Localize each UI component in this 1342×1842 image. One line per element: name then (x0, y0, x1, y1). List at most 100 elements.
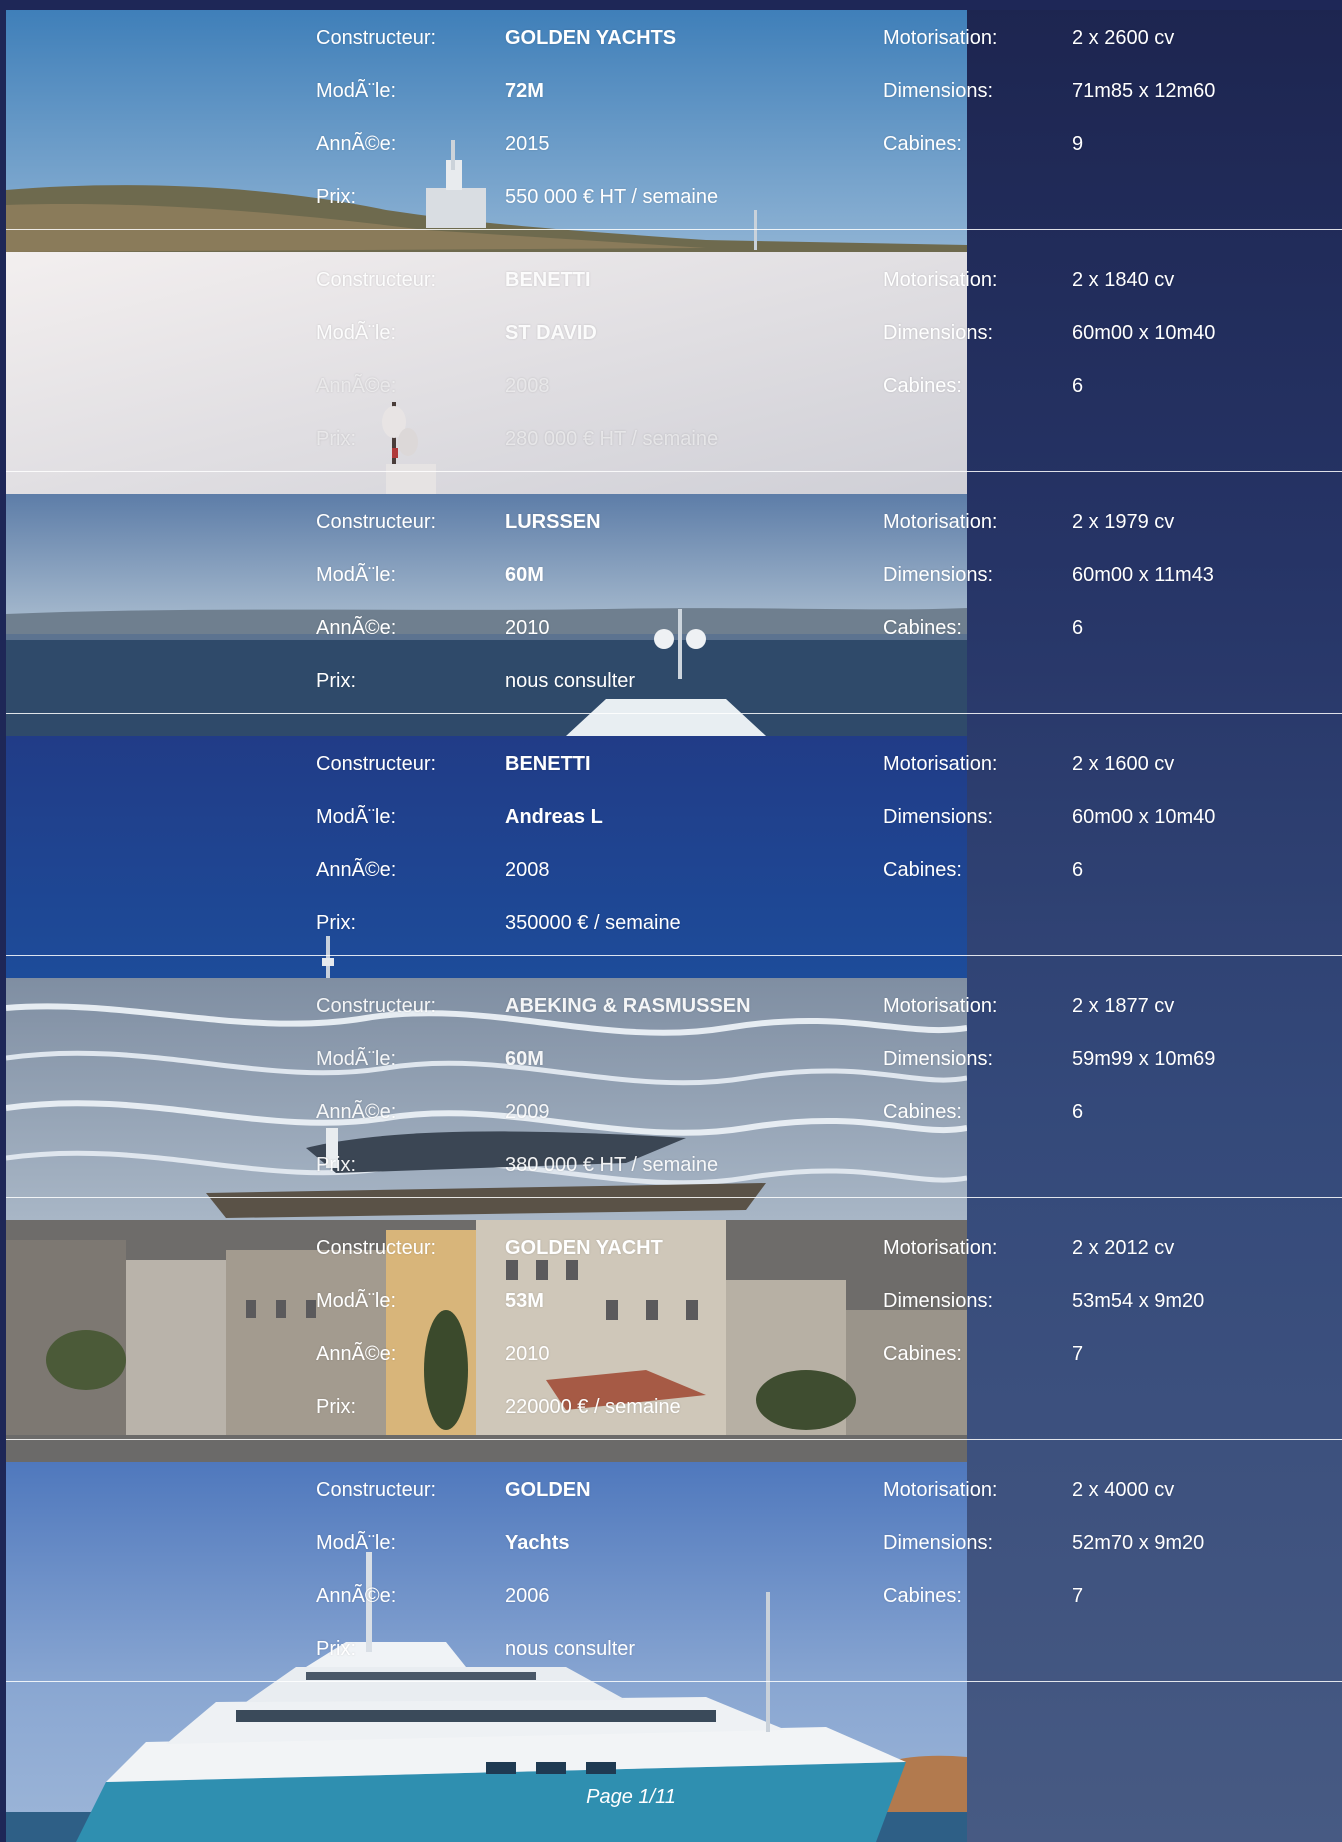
model-label: ModÃ¨le: (316, 806, 397, 828)
engine-label: Motorisation: (883, 269, 998, 291)
builder-label: Constructeur: (316, 753, 437, 775)
model-value[interactable]: 60M (505, 1047, 544, 1071)
year-label: AnnÃ©e: (316, 1101, 397, 1123)
engine-value: 2 x 1840 cv (1072, 269, 1175, 291)
yacht-photo (6, 1462, 967, 1842)
engine-label: Motorisation: (883, 753, 998, 775)
dimensions-value: 53m54 x 9m20 (1072, 1290, 1205, 1312)
model-label: ModÃ¨le: (316, 1048, 397, 1070)
listing-card[interactable]: Constructeur: GOLDEN YACHT ModÃ¨le: 53M … (0, 1220, 1342, 1462)
yacht-photo (6, 10, 967, 252)
year-value: 2006 (505, 1585, 550, 1607)
listing-card[interactable]: Constructeur: GOLDEN ModÃ¨le: Yachts Ann… (0, 1462, 1342, 1842)
year-value: 2009 (505, 1101, 550, 1123)
model-label: ModÃ¨le: (316, 1532, 397, 1554)
price-label: Prix: (316, 186, 356, 208)
dimensions-value: 60m00 x 11m43 (1072, 564, 1214, 586)
model-value[interactable]: Andreas L (505, 805, 603, 829)
dimensions-label: Dimensions: (883, 322, 994, 344)
yacht-photo (6, 978, 967, 1220)
builder-value: ABEKING & RASMUSSEN (505, 995, 751, 1017)
engine-value: 2 x 4000 cv (1072, 1479, 1175, 1501)
engine-value: 2 x 1979 cv (1072, 511, 1175, 533)
engine-value: 2 x 1877 cv (1072, 995, 1175, 1017)
separator (6, 713, 1342, 714)
builder-label: Constructeur: (316, 27, 437, 49)
engine-label: Motorisation: (883, 511, 998, 533)
listing-card[interactable]: Constructeur: BENETTI ModÃ¨le: Andreas L… (0, 736, 1342, 978)
cabins-value: 7 (1072, 1585, 1084, 1607)
listing-card[interactable]: Constructeur: ABEKING & RASMUSSEN ModÃ¨l… (0, 978, 1342, 1220)
year-value: 2010 (505, 617, 550, 639)
price-label: Prix: (316, 1154, 356, 1176)
model-value[interactable]: 53M (505, 1289, 544, 1313)
model-label: ModÃ¨le: (316, 322, 397, 344)
year-label: AnnÃ©e: (316, 617, 397, 639)
price-label: Prix: (316, 1396, 356, 1418)
builder-label: Constructeur: (316, 511, 437, 533)
cabins-value: 6 (1072, 859, 1084, 881)
listing-card[interactable]: Constructeur: LURSSEN ModÃ¨le: 60M AnnÃ©… (0, 494, 1342, 736)
yacht-photo (6, 252, 967, 494)
model-value[interactable]: Yachts (505, 1531, 569, 1555)
dimensions-value: 60m00 x 10m40 (1072, 322, 1216, 344)
price-label: Prix: (316, 1638, 356, 1660)
cabins-label: Cabines: (883, 1585, 962, 1607)
left-edge (0, 0, 6, 1842)
dimensions-value: 60m00 x 10m40 (1072, 806, 1216, 828)
year-label: AnnÃ©e: (316, 859, 397, 881)
builder-value: GOLDEN (505, 1479, 591, 1501)
year-label: AnnÃ©e: (316, 1585, 397, 1607)
engine-value: 2 x 2600 cv (1072, 27, 1175, 49)
price-value: 550 000 € HT / semaine (505, 186, 719, 208)
price-label: Prix: (316, 428, 356, 450)
yacht-listing-page: Constructeur: GOLDEN YACHTS ModÃ¨le: 72M… (0, 0, 1342, 1842)
model-label: ModÃ¨le: (316, 564, 397, 586)
year-label: AnnÃ©e: (316, 375, 397, 397)
separator (6, 955, 1342, 956)
engine-label: Motorisation: (883, 995, 998, 1017)
price-value: nous consulter (505, 670, 636, 692)
engine-value: 2 x 1600 cv (1072, 753, 1175, 775)
year-value: 2015 (505, 133, 550, 155)
dimensions-value: 71m85 x 12m60 (1072, 80, 1216, 102)
model-value[interactable]: 60M (505, 563, 544, 587)
builder-value: BENETTI (505, 753, 591, 775)
page-indicator: Page 1/11 (586, 1786, 676, 1808)
price-value: 280 000 € HT / semaine (505, 428, 719, 450)
model-label: ModÃ¨le: (316, 1290, 397, 1312)
builder-value: BENETTI (505, 269, 591, 291)
cabins-label: Cabines: (883, 1101, 962, 1123)
engine-value: 2 x 2012 cv (1072, 1237, 1175, 1259)
price-value: 350000 € / semaine (505, 912, 681, 934)
builder-label: Constructeur: (316, 1479, 437, 1501)
yacht-photo (6, 1220, 967, 1462)
dimensions-label: Dimensions: (883, 1290, 994, 1312)
cabins-label: Cabines: (883, 859, 962, 881)
year-value: 2008 (505, 859, 550, 881)
builder-label: Constructeur: (316, 1237, 437, 1259)
dimensions-label: Dimensions: (883, 80, 994, 102)
builder-label: Constructeur: (316, 995, 437, 1017)
year-value: 2008 (505, 375, 550, 397)
price-value: 220000 € / semaine (505, 1396, 681, 1418)
engine-label: Motorisation: (883, 1237, 998, 1259)
model-value[interactable]: ST DAVID (505, 321, 597, 345)
price-label: Prix: (316, 670, 356, 692)
year-value: 2010 (505, 1343, 550, 1365)
engine-label: Motorisation: (883, 1479, 998, 1501)
price-label: Prix: (316, 912, 356, 934)
price-value: nous consulter (505, 1638, 636, 1660)
listing-card[interactable]: Constructeur: BENETTI ModÃ¨le: ST DAVID … (0, 252, 1342, 494)
top-band (0, 0, 1342, 10)
engine-label: Motorisation: (883, 27, 998, 49)
separator (6, 1197, 1342, 1198)
dimensions-value: 52m70 x 9m20 (1072, 1532, 1205, 1554)
cabins-value: 6 (1072, 617, 1084, 639)
model-value[interactable]: 72M (505, 79, 544, 103)
cabins-value: 7 (1072, 1343, 1084, 1365)
listing-card[interactable]: Constructeur: GOLDEN YACHTS ModÃ¨le: 72M… (0, 10, 1342, 252)
builder-value: GOLDEN YACHTS (505, 27, 677, 49)
cabins-value: 9 (1072, 133, 1084, 155)
dimensions-value: 59m99 x 10m69 (1072, 1048, 1216, 1070)
